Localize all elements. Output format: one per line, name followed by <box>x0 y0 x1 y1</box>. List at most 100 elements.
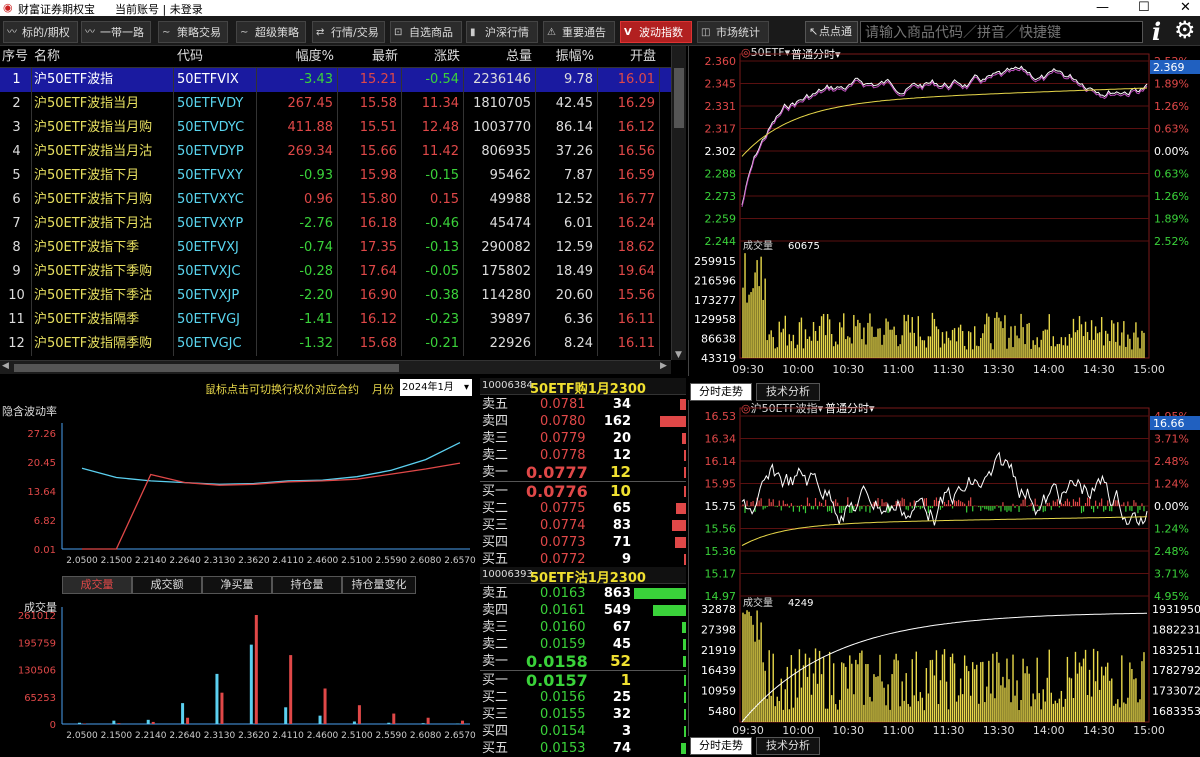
month-select[interactable]: 2024年1月 ▾ <box>400 379 472 396</box>
gear-icon[interactable]: ⚙ <box>1174 16 1196 44</box>
toolbar-btn-belt-road[interactable]: 〰一带一路 <box>81 21 151 43</box>
level-label: 买五 <box>482 740 508 757</box>
orderbook-level[interactable]: 买一0.077610 <box>480 483 686 500</box>
level-label: 买二 <box>482 689 508 706</box>
cell-code: 50ETVDYC <box>177 116 257 140</box>
toolbar-btn-watchlist[interactable]: ⊡自选商品 <box>390 21 462 43</box>
table-row[interactable]: 10沪50ETF波指下季沽50ETVXJP-2.2016.90-0.381142… <box>0 284 686 308</box>
table-row[interactable]: 7沪50ETF波指下月沽50ETVXYP-2.7616.18-0.4645474… <box>0 212 686 236</box>
vol-x-tick: 2.4600 <box>307 731 339 741</box>
cell-open: 16.11 <box>598 332 660 356</box>
cell-open: 18.62 <box>598 236 660 260</box>
orderbook-level[interactable]: 买五0.07729 <box>480 551 686 568</box>
orderbook-level[interactable]: 买三0.015532 <box>480 706 686 723</box>
chart2-time-tick: 11:30 <box>933 724 965 736</box>
iv-y-tick: 27.26 <box>27 429 56 440</box>
orderbook-level[interactable]: 卖二0.077812 <box>480 447 686 464</box>
iv-tab-4[interactable]: 持仓量变化 <box>342 576 416 594</box>
table-row[interactable]: 11沪50ETF波指隔季50ETFVGJ-1.4116.12-0.2339897… <box>0 308 686 332</box>
table-row[interactable]: 6沪50ETF波指下月购50ETVXYC0.9615.800.154998812… <box>0 188 686 212</box>
chart1-pct-tick: 1.26% <box>1154 190 1189 203</box>
col-header-pct[interactable]: 幅度% <box>260 46 338 68</box>
orderbook-level[interactable]: 卖二0.015945 <box>480 636 686 653</box>
iv-y-tick: 0.01 <box>34 545 56 556</box>
iv-x-tick: 2.3130 <box>204 556 236 566</box>
toolbar-btn-market-stats[interactable]: ◫市场统计 <box>697 21 769 43</box>
table-vertical-scrollbar[interactable]: ▼ <box>671 46 686 360</box>
col-header-name[interactable]: 名称 <box>34 46 174 68</box>
level-depth-bar <box>683 639 686 650</box>
scroll-right-icon[interactable]: ▶ <box>660 361 667 371</box>
col-header-amplitude[interactable]: 振幅% <box>536 46 598 68</box>
level-label: 买一 <box>482 483 508 500</box>
orderbook-level[interactable]: 卖四0.0780162 <box>480 413 686 430</box>
orderbook-level[interactable]: 卖三0.016067 <box>480 619 686 636</box>
level-label: 卖一 <box>482 653 508 670</box>
diandian-button[interactable]: ↖点点通 <box>805 21 858 43</box>
col-header-open[interactable]: 开盘 <box>598 46 660 68</box>
orderbook-level[interactable]: 卖一0.077712 <box>480 464 686 481</box>
iv-tab-0[interactable]: 成交量 <box>62 576 132 594</box>
toolbar-btn-notice[interactable]: ⚠重要通告 <box>543 21 615 43</box>
col-header-code[interactable]: 代码 <box>177 46 257 68</box>
table-horizontal-scrollbar[interactable]: ◀ ▶ <box>0 360 671 374</box>
close-icon[interactable]: ✕ <box>1180 0 1191 15</box>
orderbook-level[interactable]: 买四0.01543 <box>480 723 686 740</box>
cell-name: 沪50ETF波指下月沽 <box>34 212 174 236</box>
iv-tab-2[interactable]: 净买量 <box>202 576 272 594</box>
level-price: 0.0777 <box>526 464 588 481</box>
cell-open: 15.56 <box>598 284 660 308</box>
col-header-volume[interactable]: 总量 <box>464 46 536 68</box>
table-row[interactable]: 3沪50ETF波指当月购50ETVDYC411.8815.5112.481003… <box>0 116 686 140</box>
table-row[interactable]: 1沪50ETF波指50ETFVIX-3.4315.21-0.5422361469… <box>0 68 686 92</box>
toolbar-btn-options[interactable]: 〰标的/期权 <box>3 21 78 43</box>
orderbook-level[interactable]: 卖一0.015852 <box>480 653 686 670</box>
cell-open: 16.24 <box>598 212 660 236</box>
orderbook-level[interactable]: 卖五0.0163863 <box>480 585 686 602</box>
toolbar-btn-strategy[interactable]: ∼策略交易 <box>158 21 228 43</box>
info-icon[interactable]: i <box>1152 17 1161 46</box>
tab-technical-top[interactable]: 技术分析 <box>756 383 820 401</box>
table-row[interactable]: 4沪50ETF波指当月沽50ETVDYP269.3415.6611.428069… <box>0 140 686 164</box>
scrollbar-thumb[interactable] <box>674 68 684 128</box>
col-header-last[interactable]: 最新 <box>338 46 402 68</box>
orderbook-put-header[interactable]: 10006393 50ETF沽1月2300 <box>480 567 686 584</box>
vol-bar <box>461 721 464 724</box>
tab-technical-bottom[interactable]: 技术分析 <box>756 737 820 755</box>
table-row[interactable]: 5沪50ETF波指下月50ETFVXY-0.9315.98-0.15954627… <box>0 164 686 188</box>
tab-intraday-bottom[interactable]: 分时走势 <box>690 737 752 755</box>
table-row[interactable]: 8沪50ETF波指下季50ETFVXJ-0.7417.35-0.13290082… <box>0 236 686 260</box>
orderbook-call-header[interactable]: 10006384 50ETF购1月2300 <box>480 378 686 395</box>
col-header-index[interactable]: 序号 <box>2 46 32 68</box>
account-status[interactable]: 当前账号 | 未登录 <box>115 1 203 17</box>
iv-tab-1[interactable]: 成交额 <box>132 576 202 594</box>
orderbook-level[interactable]: 买一0.01571 <box>480 672 686 689</box>
search-input[interactable] <box>860 21 1143 43</box>
tab-intraday-top[interactable]: 分时走势 <box>690 383 752 401</box>
col-header-change[interactable]: 涨跌 <box>402 46 464 68</box>
scroll-down-icon[interactable]: ▼ <box>675 350 682 360</box>
minimize-icon[interactable]: — <box>1096 0 1109 15</box>
toolbar-btn-quote-trade[interactable]: ⇄行情/交易 <box>312 21 385 43</box>
toolbar-btn-volatility[interactable]: V波动指数 <box>620 21 692 43</box>
cell-vol: 95462 <box>464 164 536 188</box>
table-row[interactable]: 2沪50ETF波指当月50ETFVDY267.4515.5811.3418107… <box>0 92 686 116</box>
maximize-icon[interactable]: ☐ <box>1138 0 1150 15</box>
orderbook-level[interactable]: 卖三0.077920 <box>480 430 686 447</box>
orderbook-level[interactable]: 买五0.015374 <box>480 740 686 757</box>
table-row[interactable]: 9沪50ETF波指下季购50ETVXJC-0.2817.64-0.0517580… <box>0 260 686 284</box>
scroll-left-icon[interactable]: ◀ <box>2 361 9 371</box>
orderbook-level[interactable]: 买二0.015625 <box>480 689 686 706</box>
orderbook-level[interactable]: 卖四0.0161549 <box>480 602 686 619</box>
toolbar-btn-hushen[interactable]: ▮沪深行情 <box>466 21 538 43</box>
hscroll-thumb[interactable] <box>14 364 399 372</box>
toolbar-btn-super-strategy[interactable]: ∼超级策略 <box>236 21 306 43</box>
vol-x-tick: 2.0500 <box>66 731 98 741</box>
table-row[interactable]: 12沪50ETF波指隔季购50ETVGJC-1.3215.68-0.212292… <box>0 332 686 356</box>
orderbook-level[interactable]: 买四0.077371 <box>480 534 686 551</box>
iv-tab-3[interactable]: 持仓量 <box>272 576 342 594</box>
orderbook-level[interactable]: 买三0.077483 <box>480 517 686 534</box>
orderbook-level[interactable]: 卖五0.078134 <box>480 396 686 413</box>
orderbook-level[interactable]: 买二0.077565 <box>480 500 686 517</box>
bars-icon: ▮ <box>470 22 476 44</box>
